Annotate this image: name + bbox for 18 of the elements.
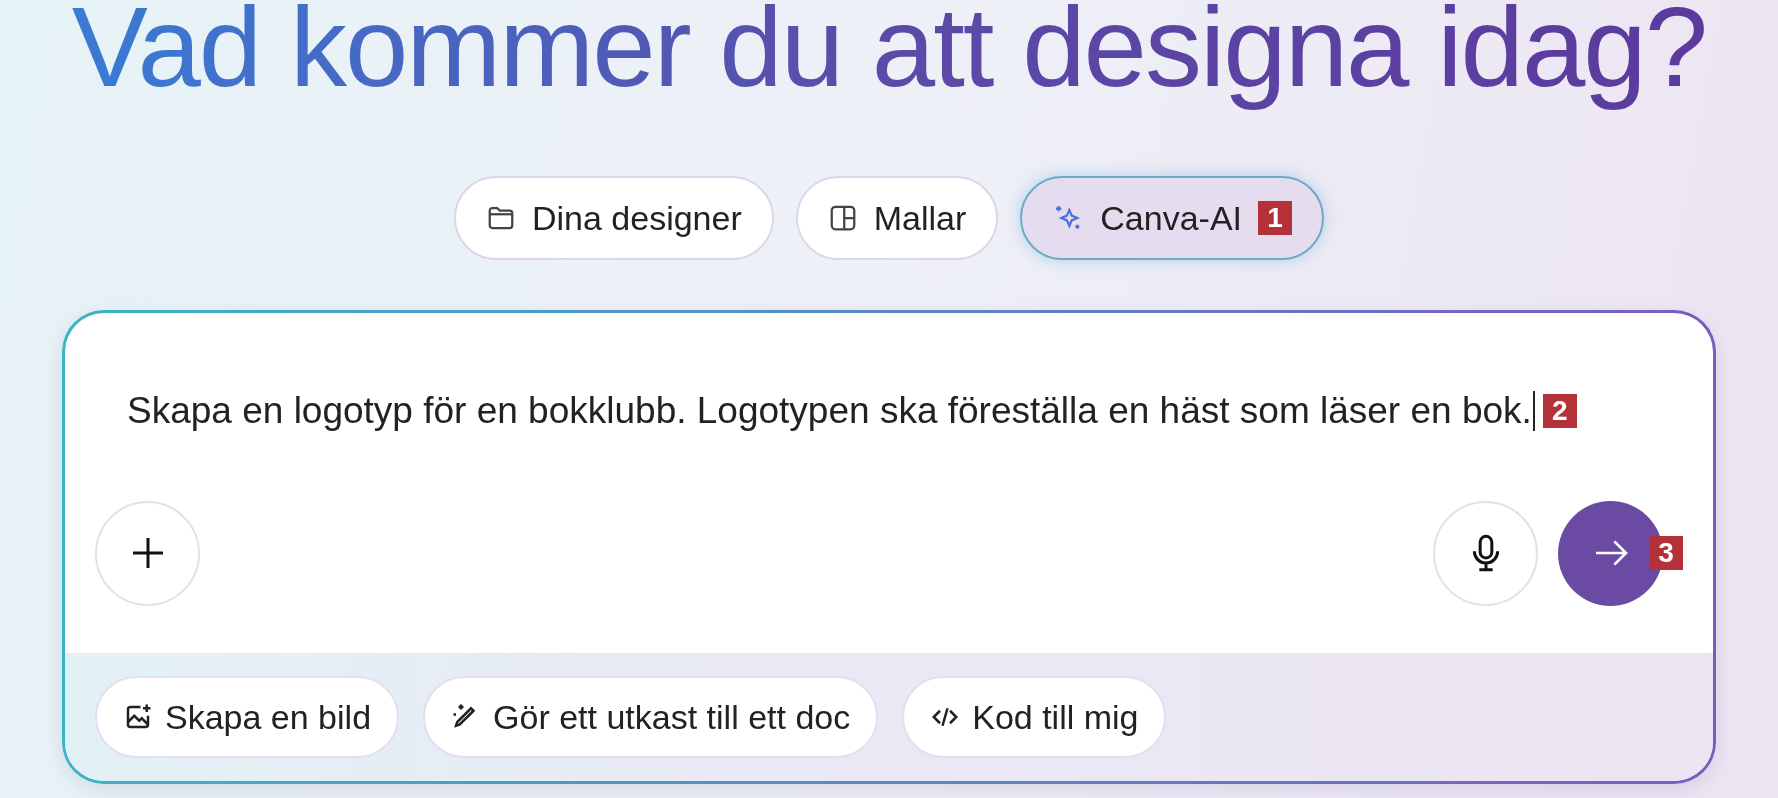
suggestion-label: Kod till mig bbox=[972, 696, 1139, 738]
tab-label: Dina designer bbox=[531, 197, 742, 239]
annotation-badge: 2 bbox=[1542, 393, 1577, 428]
tab-label: Canva-AI bbox=[1100, 197, 1243, 239]
annotation-badge: 3 bbox=[1649, 536, 1683, 570]
prompt-text: Skapa en logotyp för en bokklubb. Logotypen ska föreställa en häst som läser en bok. bbox=[127, 389, 1532, 433]
text-cursor bbox=[1532, 390, 1535, 431]
suggestion-label: Skapa en bild bbox=[165, 696, 372, 738]
tab[interactable]: Canva-AI 1 bbox=[1020, 176, 1325, 260]
suggestion-chip[interactable]: Skapa en bild bbox=[95, 676, 400, 758]
suggestion-chip[interactable]: Kod till mig bbox=[902, 676, 1167, 758]
tab[interactable]: Mallar bbox=[795, 176, 999, 260]
suggestion-label: Gör ett utkast till ett doc bbox=[493, 696, 851, 738]
tab-label: Mallar bbox=[873, 197, 967, 239]
suggestion-chip[interactable]: Gör ett utkast till ett doc bbox=[423, 676, 879, 758]
annotation-badge: 1 bbox=[1258, 201, 1293, 235]
tab[interactable]: Dina designer bbox=[453, 176, 774, 260]
prompt-input[interactable]: Skapa en logotyp för en bokklubb. Logotypen ska föreställa en häst som läser en bok. bbox=[127, 383, 1535, 439]
